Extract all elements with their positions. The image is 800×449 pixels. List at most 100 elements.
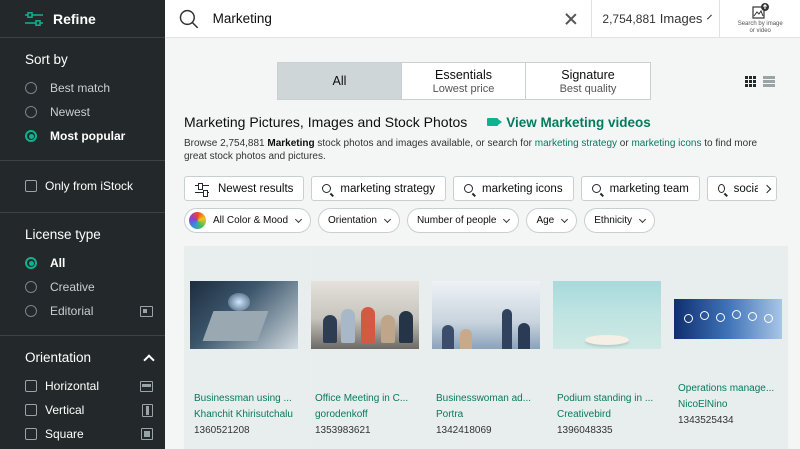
license-option-all[interactable]: All xyxy=(25,251,165,275)
orientation-filter[interactable]: Orientation xyxy=(318,208,400,233)
filter-bar: All Color & Mood Orientation Number of p… xyxy=(184,208,656,233)
only-istock-label: Only from iStock xyxy=(45,179,134,193)
refine-header[interactable]: Refine xyxy=(0,0,165,38)
checkbox-icon xyxy=(25,404,37,416)
result-thumbnail[interactable] xyxy=(553,281,661,349)
sort-option-newest[interactable]: Newest xyxy=(25,100,165,124)
license-option-label: Creative xyxy=(50,280,95,294)
radio-selected-icon xyxy=(25,130,37,142)
chip-label: marketing icons xyxy=(482,182,563,195)
radio-icon xyxy=(25,82,37,94)
chevron-down-icon xyxy=(707,14,713,20)
result-thumbnail[interactable] xyxy=(674,299,782,339)
chip-label: Newest results xyxy=(218,182,294,195)
tab-all[interactable]: All xyxy=(278,63,402,99)
result-meta: Office Meeting in C... gorodenkoff 13539… xyxy=(305,349,425,439)
license-option-editorial[interactable]: Editorial xyxy=(25,299,165,323)
license-option-creative[interactable]: Creative xyxy=(25,275,165,299)
result-thumbnail[interactable] xyxy=(190,281,298,349)
tab-sublabel: Best quality xyxy=(559,82,617,95)
related-chip-marketing-strategy[interactable]: marketing strategy xyxy=(311,176,447,201)
result-author[interactable]: Creativebird xyxy=(557,407,661,423)
results-area: All Essentials Lowest price Signature Be… xyxy=(165,38,800,449)
orientation-title: Orientation xyxy=(25,350,92,365)
filter-label: Number of people xyxy=(416,215,497,226)
only-istock-section: Only from iStock xyxy=(0,161,165,213)
radio-selected-icon xyxy=(25,257,37,269)
only-istock-checkbox[interactable]: Only from iStock xyxy=(25,174,165,198)
vertical-orientation-icon xyxy=(142,403,153,417)
chevron-down-icon xyxy=(503,215,511,223)
result-card[interactable]: Businessman using ... Khanchit Khirisutc… xyxy=(184,246,304,449)
ethnicity-filter[interactable]: Ethnicity xyxy=(584,208,656,233)
chevron-right-icon[interactable] xyxy=(757,177,776,200)
result-meta: Businesswoman ad... Portra 1342418069 xyxy=(426,349,546,439)
grid-view-icon[interactable] xyxy=(745,76,756,87)
result-title[interactable]: Operations manage... xyxy=(678,381,782,397)
clear-search-icon[interactable] xyxy=(564,12,578,26)
search-input[interactable] xyxy=(212,11,552,26)
color-mood-filter[interactable]: All Color & Mood xyxy=(184,208,312,233)
result-author[interactable]: Khanchit Khirisutchalu xyxy=(194,407,298,423)
sliders-icon xyxy=(25,11,43,26)
result-id: 1342418069 xyxy=(436,425,492,436)
orientation-option-horizontal[interactable]: Horizontal xyxy=(25,374,165,398)
radio-icon xyxy=(25,305,37,317)
horizontal-orientation-icon xyxy=(140,380,153,392)
result-card[interactable]: Businesswoman ad... Portra 1342418069 xyxy=(426,246,546,449)
search-by-image-button[interactable]: Search by image or video xyxy=(719,0,800,38)
sort-option-most-popular[interactable]: Most popular xyxy=(25,124,165,148)
list-view-icon[interactable] xyxy=(763,76,775,87)
orientation-section: Orientation Horizontal Vertical Square xyxy=(0,336,165,449)
orientation-header[interactable]: Orientation xyxy=(25,350,165,366)
result-card[interactable]: Operations manage... NicoElNino 13435254… xyxy=(668,246,788,449)
age-filter[interactable]: Age xyxy=(526,208,578,233)
result-meta: Operations manage... NicoElNino 13435254… xyxy=(668,339,788,429)
orientation-option-square[interactable]: Square xyxy=(25,422,165,446)
checkbox-icon xyxy=(25,380,37,392)
tab-label: All xyxy=(332,74,347,88)
search-icon[interactable] xyxy=(179,9,199,29)
related-link-marketing-icons[interactable]: marketing icons xyxy=(631,138,701,149)
sort-option-best-match[interactable]: Best match xyxy=(25,76,165,100)
radio-icon xyxy=(25,106,37,118)
chevron-down-icon xyxy=(383,215,391,223)
related-chip-marketing-icons[interactable]: marketing icons xyxy=(453,176,574,201)
page-title: Marketing Pictures, Images and Stock Pho… xyxy=(184,114,468,130)
result-title[interactable]: Podium standing in ... xyxy=(557,391,661,407)
newest-results-chip[interactable]: Newest results xyxy=(184,176,305,201)
result-meta: Businessman using ... Khanchit Khirisutc… xyxy=(184,349,304,439)
result-author[interactable]: gorodenkoff xyxy=(315,407,419,423)
result-thumbnail[interactable] xyxy=(432,281,540,349)
chevron-down-icon xyxy=(561,215,569,223)
result-card[interactable]: Office Meeting in C... gorodenkoff 13539… xyxy=(305,246,425,449)
image-search-label-1: Search by image xyxy=(737,20,783,27)
related-searches: Newest results marketing strategy market… xyxy=(184,176,777,201)
search-icon xyxy=(717,184,725,193)
chevron-down-icon xyxy=(639,215,647,223)
media-type-dropdown[interactable]: 2,754,881 Images xyxy=(591,0,719,38)
related-link-marketing-strategy[interactable]: marketing strategy xyxy=(535,138,617,149)
orientation-option-vertical[interactable]: Vertical xyxy=(25,398,165,422)
desc-text: Browse 2,754,881 xyxy=(184,138,268,149)
result-card[interactable]: Podium standing in ... Creativebird 1396… xyxy=(547,246,667,449)
tab-signature[interactable]: Signature Best quality xyxy=(526,63,650,99)
filter-label: Orientation xyxy=(328,215,377,226)
sort-title: Sort by xyxy=(25,52,68,67)
related-chip-marketing-team[interactable]: marketing team xyxy=(580,176,700,201)
number-of-people-filter[interactable]: Number of people xyxy=(406,208,520,233)
result-author[interactable]: Portra xyxy=(436,407,540,423)
filter-label: All Color & Mood xyxy=(213,215,289,226)
related-chip-social-media[interactable]: social m xyxy=(706,176,777,201)
tab-essentials[interactable]: Essentials Lowest price xyxy=(402,63,526,99)
search-bar: 2,754,881 Images Search by image or vide… xyxy=(165,0,800,38)
result-title[interactable]: Office Meeting in C... xyxy=(315,391,419,407)
result-id: 1396048335 xyxy=(557,425,613,436)
result-title[interactable]: Businesswoman ad... xyxy=(436,391,540,407)
result-title[interactable]: Businessman using ... xyxy=(194,391,298,407)
result-thumbnail[interactable] xyxy=(311,281,419,349)
result-author[interactable]: NicoElNino xyxy=(678,397,782,413)
view-videos-link[interactable]: View Marketing videos xyxy=(487,115,651,130)
search-icon xyxy=(464,184,474,193)
view-videos-label: View Marketing videos xyxy=(506,114,651,130)
